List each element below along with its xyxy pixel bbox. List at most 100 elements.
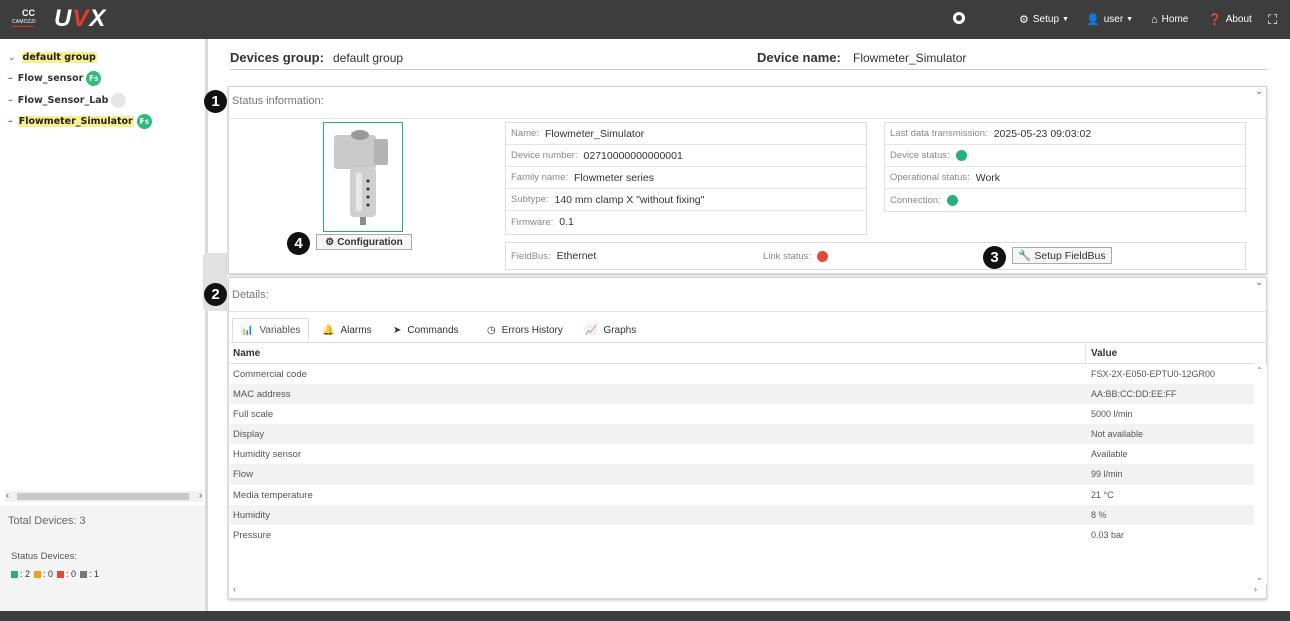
- status-orange-square: [34, 570, 42, 578]
- device-state-box: Last data transmission: 2025-05-23 09:03:…: [884, 122, 1246, 212]
- scroll-left-icon[interactable]: ‹: [6, 490, 9, 500]
- connection-status-dot: [946, 194, 958, 206]
- table-row[interactable]: Media temperature 21 °C: [230, 485, 1254, 505]
- table-vertical-scrollbar[interactable]: ⌃ ⌄: [1254, 364, 1267, 584]
- status-grey-square: [80, 570, 88, 578]
- setup-menu[interactable]: ⚙ Setup ▼: [1019, 0, 1069, 39]
- fieldbus-row: FieldBus: Ethernet: [511, 250, 597, 262]
- home-icon: ⌂: [1151, 13, 1158, 26]
- tab-alarms[interactable]: 🔔 Alarms: [322, 318, 372, 342]
- camozzi-logo: CC CAMOZZI: [12, 8, 36, 27]
- tree-item-flow-sensor[interactable]: – Flow_sensor Fs: [8, 71, 102, 86]
- wrench-icon: 🔧: [1018, 250, 1032, 262]
- status-devices-legend: : 2 : 0 : 0 : 1: [11, 569, 103, 579]
- table-row[interactable]: Humidity sensor Available: [230, 444, 1254, 464]
- device-status-dot: [955, 150, 967, 161]
- user-menu[interactable]: 👤 user ▼: [1086, 0, 1133, 39]
- language-globe-icon[interactable]: [953, 12, 965, 24]
- setup-fieldbus-button[interactable]: 🔧 Setup FieldBus: [1012, 247, 1112, 264]
- tree-group-default[interactable]: ⌄ default group: [8, 52, 97, 63]
- info-family-row: Family name: Flowmeter series: [506, 167, 866, 189]
- device-name-value: Flowmeter_Simulator: [853, 51, 967, 65]
- operational-status-row: Operational status: Work: [885, 167, 1245, 189]
- scrollbar-thumb[interactable]: [17, 493, 189, 500]
- status-green-square: [11, 570, 18, 578]
- variables-table-header: Name Value: [230, 344, 1254, 364]
- table-row[interactable]: Commercial code FSX-2X-E050-EPTU0-12GR00: [230, 364, 1254, 384]
- fs-badge-icon: Fs: [136, 114, 152, 129]
- gear-icon: ⚙: [325, 236, 335, 248]
- column-name-header[interactable]: Name: [233, 348, 260, 359]
- sidebar-horizontal-scrollbar[interactable]: ‹ ›: [5, 490, 203, 502]
- table-row[interactable]: Flow 99 l/min: [230, 464, 1254, 485]
- clock-icon: ◷: [487, 324, 496, 336]
- marker-2: 2: [204, 283, 227, 306]
- chevron-down-icon[interactable]: ⌄: [8, 53, 16, 63]
- tab-variables[interactable]: 📊 Variables: [232, 318, 310, 342]
- device-info-box: Name: Flowmeter_Simulator Device number: 0…: [505, 122, 867, 235]
- info-subtype-row: Subtype: 140 mm clamp X "without fixing": [506, 189, 866, 211]
- scroll-up-icon[interactable]: ⌃: [1256, 366, 1263, 375]
- bar-chart-icon: 📊: [241, 324, 254, 336]
- chevron-down-icon[interactable]: ⌄: [1255, 277, 1263, 288]
- tree-item-flowmeter-simulator[interactable]: – Flowmeter_Simulator Fs: [8, 114, 152, 129]
- caret-down-icon: ▼: [1062, 16, 1069, 23]
- last-transmission-row: Last data transmission: 2025-05-23 09:03:…: [885, 123, 1245, 145]
- scroll-left-icon[interactable]: ‹: [233, 584, 236, 594]
- status-devices-title: Status Devices:: [11, 551, 77, 562]
- table-row[interactable]: MAC address AA:BB:CC:DD:EE:FF: [230, 384, 1254, 405]
- table-row[interactable]: Humidity 8 %: [230, 504, 1254, 525]
- tree-item-flow-sensor-lab[interactable]: – Flow_Sensor_Lab: [8, 93, 127, 108]
- about-link[interactable]: ❓ About: [1208, 0, 1252, 39]
- scroll-right-icon[interactable]: ›: [1254, 584, 1257, 594]
- configuration-button[interactable]: ⚙ Configuration: [316, 234, 412, 250]
- fieldbus-box: FieldBus: Ethernet Link status:: [505, 242, 1246, 270]
- tab-graphs[interactable]: 📈 Graphs: [585, 318, 636, 342]
- table-row[interactable]: Full scale 5000 l/min: [230, 404, 1254, 424]
- device-status-row: Device status:: [885, 145, 1245, 167]
- link-status-dot: [817, 250, 829, 262]
- send-icon: ➤: [393, 324, 402, 336]
- table-row[interactable]: Pressure 0.03 bar: [230, 525, 1254, 545]
- status-red-square: [57, 570, 65, 578]
- bell-icon: 🔔: [322, 324, 335, 336]
- device-tree-area: [0, 39, 205, 505]
- inactive-badge-icon: [111, 93, 127, 108]
- table-horizontal-scrollbar[interactable]: ‹ ›: [230, 584, 1267, 597]
- total-devices: Total Devices: 3: [8, 515, 86, 527]
- header-divider: [230, 69, 1267, 70]
- column-value-header[interactable]: Value: [1091, 348, 1117, 359]
- info-name-row: Name: Flowmeter_Simulator: [506, 123, 866, 145]
- caret-down-icon: ▼: [1126, 16, 1134, 23]
- marker-1: 1: [204, 90, 227, 113]
- top-navbar: CC CAMOZZI UVX ⚙ Setup ▼ 👤 user ▼ ⌂ Home ❓ Abo…: [0, 0, 1290, 39]
- variables-table: Commercial code FSX-2X-E050-EPTU0-12GR00 …: [230, 364, 1254, 545]
- question-circle-icon: ❓: [1208, 14, 1222, 26]
- scroll-right-icon[interactable]: ›: [199, 490, 202, 500]
- uvx-logo[interactable]: UVX: [54, 5, 106, 33]
- details-title: Details:: [232, 289, 269, 301]
- sidebar-divider[interactable]: [205, 39, 208, 611]
- table-row[interactable]: Display Not available: [230, 424, 1254, 445]
- marker-4: 4: [287, 232, 310, 255]
- footer-bar: [0, 611, 1290, 621]
- home-link[interactable]: ⌂ Home: [1151, 0, 1188, 39]
- chevron-down-icon[interactable]: ⌄: [1255, 86, 1263, 97]
- status-information-title: Status information:: [232, 95, 324, 107]
- scroll-down-icon[interactable]: ⌄: [1256, 573, 1263, 582]
- graph-icon: 📈: [585, 324, 598, 336]
- device-name-label: Device name:: [757, 50, 841, 65]
- info-number-row: Device number: 02710000000000001: [506, 145, 866, 167]
- info-firmware-row: Firmware: 0.1: [511, 216, 574, 228]
- tab-errors-history[interactable]: ◷ Errors History: [487, 318, 563, 342]
- link-status-row: Link status:: [758, 245, 908, 267]
- marker-3: 3: [983, 246, 1006, 269]
- gear-icon: ⚙: [1019, 14, 1029, 26]
- device-image: [323, 122, 403, 232]
- connection-row: Connection:: [885, 189, 1245, 211]
- devices-group-label: Devices group:: [230, 50, 324, 65]
- fs-badge-icon: Fs: [86, 71, 102, 86]
- devices-group-value: default group: [333, 51, 404, 65]
- fullscreen-icon[interactable]: ⛶: [1268, 0, 1277, 39]
- tab-commands[interactable]: ➤ Commands: [393, 318, 459, 342]
